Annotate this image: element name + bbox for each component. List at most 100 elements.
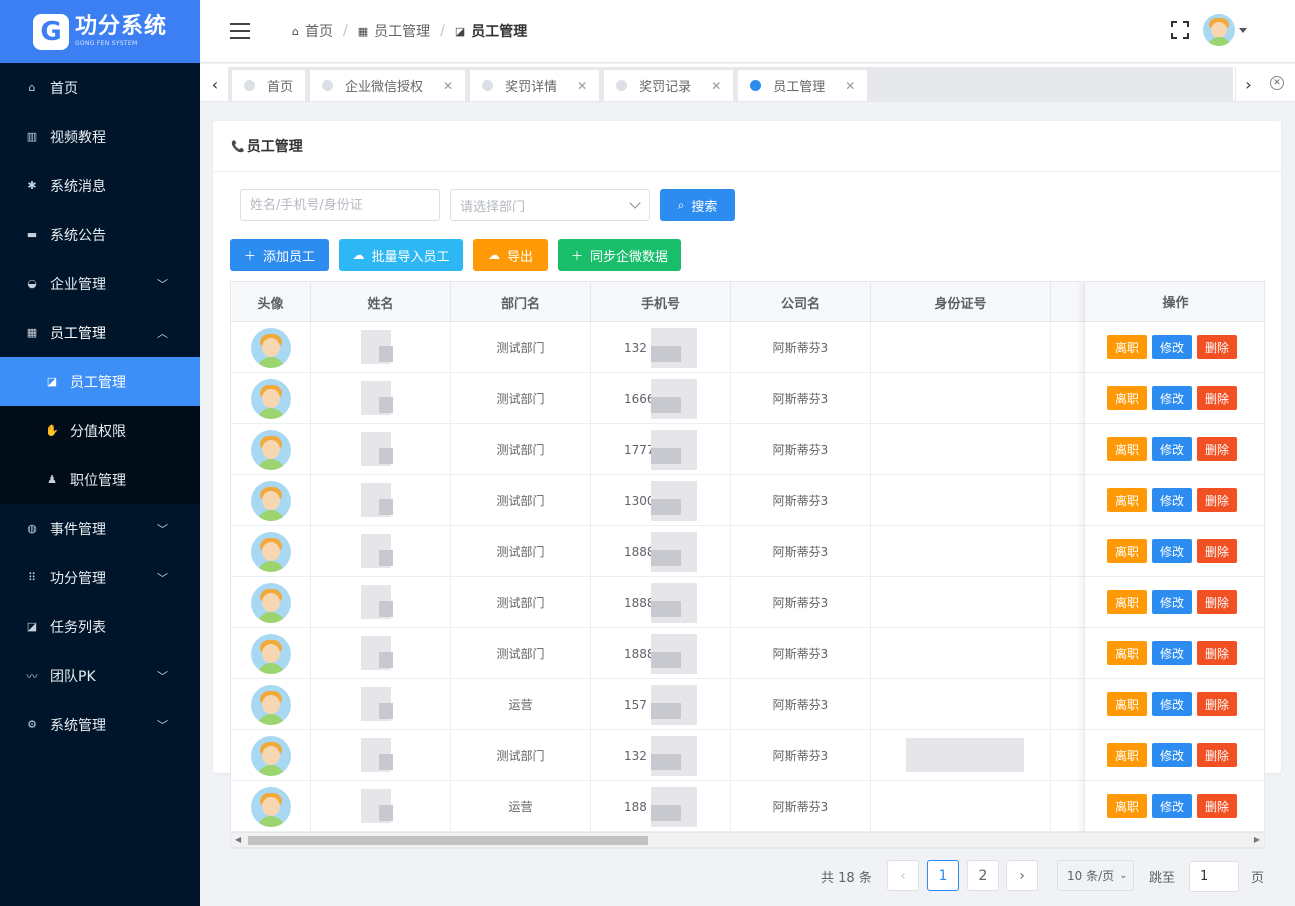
resign-button[interactable]: 离职 <box>1107 488 1147 512</box>
logo[interactable]: G 功分系统 GONG FEN SYSTEM <box>0 0 200 63</box>
sidebar-item-9[interactable]: 〰团队PK ﹀ <box>0 651 200 700</box>
resign-button[interactable]: 离职 <box>1107 743 1147 767</box>
sidebar-item-3[interactable]: ▬ 系统公告 <box>0 210 200 259</box>
menu-toggle-icon[interactable] <box>230 23 250 39</box>
phone-cell: 1300 <box>591 475 731 526</box>
resign-button[interactable]: 离职 <box>1107 590 1147 614</box>
app-subtitle: GONG FEN SYSTEM <box>74 40 138 47</box>
fullscreen-icon[interactable] <box>1171 21 1189 39</box>
page-button-2[interactable]: 2 <box>967 860 999 891</box>
sidebar: G 功分系统 GONG FEN SYSTEM ⌂ 首页 ▥ 视频教程 ✱ 系统消息 ▬ 系统公… <box>0 0 200 906</box>
edit-button[interactable]: 修改 <box>1152 641 1192 665</box>
jump-label: 跳至 <box>1149 871 1176 886</box>
tab-0[interactable]: 首页 <box>232 70 306 101</box>
department-select[interactable]: 请选择部门 <box>450 189 650 221</box>
tabs-scroll-left-icon[interactable]: ‹ <box>202 67 228 101</box>
delete-button[interactable]: 删除 <box>1197 794 1237 818</box>
edit-button[interactable]: 修改 <box>1152 539 1192 563</box>
sidebar-item-8[interactable]: ◪ 任务列表 <box>0 602 200 651</box>
sidebar-item-1[interactable]: ▥ 视频教程 <box>0 112 200 161</box>
sidebar-item-7[interactable]: ⠿ 功分管理 ﹀ <box>0 553 200 602</box>
close-icon[interactable]: ✕ <box>577 79 587 93</box>
page-size-select[interactable]: 10 条/页 ⌄ <box>1057 860 1134 891</box>
delete-button[interactable]: 删除 <box>1197 488 1237 512</box>
edit-button[interactable]: 修改 <box>1152 386 1192 410</box>
edit-button[interactable]: 修改 <box>1152 590 1192 614</box>
company-cell: 阿斯蒂芬3 <box>731 781 871 832</box>
sidebar-item-10[interactable]: ⚙ 系统管理 ﹀ <box>0 700 200 749</box>
tab-label: 企业微信授权 <box>345 80 424 95</box>
phone-prefix: 132 <box>624 748 647 763</box>
delete-button[interactable]: 删除 <box>1197 335 1237 359</box>
sidebar-item-6[interactable]: ◍ 事件管理 ﹀ <box>0 504 200 553</box>
sync-wechat-button[interactable]: ＋ 同步企微数据 <box>558 239 681 271</box>
resign-button[interactable]: 离职 <box>1107 539 1147 563</box>
close-icon[interactable]: ✕ <box>443 79 453 93</box>
delete-button[interactable]: 删除 <box>1197 437 1237 461</box>
sidebar-subitem-1[interactable]: ✋ 分值权限 <box>0 406 200 455</box>
resign-button[interactable]: 离职 <box>1107 641 1147 665</box>
edit-button[interactable]: 修改 <box>1152 743 1192 767</box>
resign-button[interactable]: 离职 <box>1107 335 1147 359</box>
delete-button[interactable]: 删除 <box>1197 692 1237 716</box>
resign-button[interactable]: 离职 <box>1107 794 1147 818</box>
close-icon[interactable]: ✕ <box>845 79 855 93</box>
edit-button[interactable]: 修改 <box>1152 437 1192 461</box>
sidebar-item-4[interactable]: ◒ 企业管理 ﹀ <box>0 259 200 308</box>
delete-button[interactable]: 删除 <box>1197 641 1237 665</box>
edit-button[interactable]: 修改 <box>1152 488 1192 512</box>
chevron-down-icon: ﹀ <box>157 522 168 536</box>
resign-button[interactable]: 离职 <box>1107 437 1147 461</box>
tab-status-dot <box>244 80 255 91</box>
add-employee-button[interactable]: ＋ 添加员工 <box>230 239 329 271</box>
department-cell: 测试部门 <box>451 373 591 424</box>
home-icon: ⌂ <box>28 81 36 94</box>
chevron-down-icon: ⌄ <box>1119 870 1128 881</box>
phone-icon: 📞 <box>231 139 245 153</box>
tab-2[interactable]: 奖罚详情 ✕ <box>470 70 600 101</box>
resign-button[interactable]: 离职 <box>1107 692 1147 716</box>
search-button[interactable]: ⌕ 搜索 <box>660 189 735 221</box>
next-page-button[interactable]: › <box>1006 860 1038 891</box>
breadcrumb-item[interactable]: 员工管理 <box>374 21 430 41</box>
sidebar-subitem-0[interactable]: ◪ 员工管理 <box>0 357 200 406</box>
logo-icon: G <box>32 13 69 50</box>
chevron-down-icon: ﹀ <box>157 669 168 683</box>
delete-button[interactable]: 删除 <box>1197 386 1237 410</box>
edit-button[interactable]: 修改 <box>1152 335 1192 359</box>
tab-4[interactable]: 员工管理 ✕ <box>738 70 868 101</box>
search-input[interactable] <box>240 189 440 221</box>
sidebar-item-5[interactable]: ▦ 员工管理 ︿ <box>0 308 200 357</box>
search-icon: ⌕ <box>677 197 685 212</box>
jump-page-input[interactable] <box>1189 861 1239 892</box>
scroll-left-icon[interactable]: ◀ <box>235 835 241 844</box>
edit-button[interactable]: 修改 <box>1152 794 1192 818</box>
sidebar-item-2[interactable]: ✱ 系统消息 <box>0 161 200 210</box>
sidebar-subitem-2[interactable]: ♟ 职位管理 <box>0 455 200 504</box>
delete-button[interactable]: 删除 <box>1197 743 1237 767</box>
delete-button[interactable]: 删除 <box>1197 590 1237 614</box>
card-icon: ▬ <box>26 228 38 241</box>
avatar-cell <box>231 526 311 577</box>
close-icon[interactable]: ✕ <box>711 79 721 93</box>
breadcrumb-item[interactable]: 首页 <box>305 21 333 41</box>
tab-3[interactable]: 奖罚记录 ✕ <box>604 70 734 101</box>
batch-import-button[interactable]: ☁ 批量导入员工 <box>339 239 463 271</box>
export-button[interactable]: ☁ 导出 <box>473 239 548 271</box>
tab-1[interactable]: 企业微信授权 ✕ <box>310 70 466 101</box>
user-avatar[interactable] <box>1203 14 1235 46</box>
sidebar-item-0[interactable]: ⌂ 首页 <box>0 63 200 112</box>
delete-button[interactable]: 删除 <box>1197 539 1237 563</box>
card-header: 📞 员工管理 <box>213 121 1281 172</box>
resign-button[interactable]: 离职 <box>1107 386 1147 410</box>
table-horizontal-scrollbar[interactable]: ◀ ▶ <box>230 832 1265 848</box>
tabs-scroll-right-icon[interactable]: › <box>1235 67 1261 101</box>
scrollbar-thumb[interactable] <box>248 836 648 845</box>
actions-cell: 离职 修改 删除 <box>1085 781 1264 832</box>
close-all-tabs-icon[interactable]: ✕ <box>1270 76 1284 90</box>
edit-button[interactable]: 修改 <box>1152 692 1192 716</box>
scroll-right-icon[interactable]: ▶ <box>1254 835 1260 844</box>
page-button-1[interactable]: 1 <box>927 860 959 891</box>
prev-page-button[interactable]: ‹ <box>887 860 919 891</box>
user-menu-caret-icon[interactable] <box>1239 27 1247 33</box>
